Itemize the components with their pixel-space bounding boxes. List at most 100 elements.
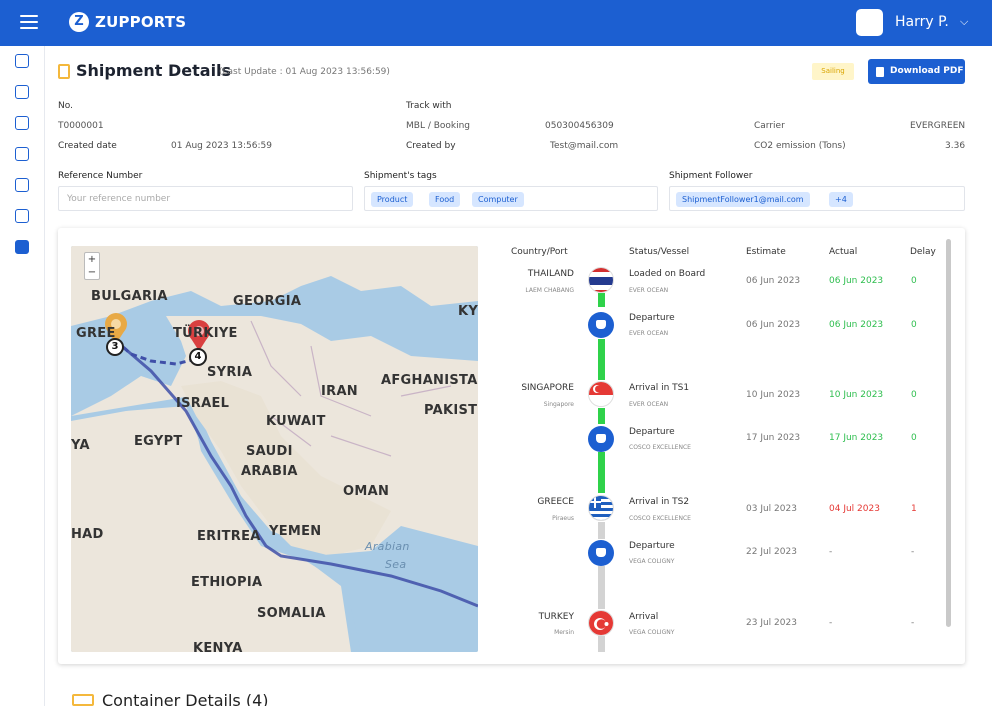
timeline-segment bbox=[598, 452, 605, 493]
map-label: ARABIA bbox=[241, 464, 298, 479]
map-label: YA bbox=[71, 438, 90, 453]
box-icon[interactable] bbox=[15, 147, 29, 161]
document-icon[interactable] bbox=[15, 54, 29, 68]
col-country: Country/Port bbox=[511, 247, 568, 257]
user-name[interactable]: Harry P. bbox=[895, 14, 949, 30]
row-vessel: EVER OCEAN bbox=[629, 287, 669, 294]
pdf-icon bbox=[876, 67, 884, 77]
map-label: ERITREA bbox=[197, 529, 261, 544]
tags-label: Shipment's tags bbox=[364, 171, 437, 181]
page-title: Shipment Details bbox=[76, 61, 232, 80]
row-vessel: VEGA COLIGNY bbox=[629, 629, 675, 636]
map-label: AFGHANISTAN bbox=[381, 373, 478, 388]
timeline-segment bbox=[598, 408, 605, 424]
row-actual: 06 Jun 2023 bbox=[829, 276, 884, 286]
map-label: YEMEN bbox=[269, 524, 322, 539]
created-by-label: Created by bbox=[406, 141, 456, 151]
co2-value: 3.36 bbox=[945, 141, 966, 151]
hamburger-menu-icon[interactable] bbox=[20, 15, 38, 29]
row-vessel: COSCO EXCELLENCE bbox=[629, 444, 691, 451]
map-zoom-control: + − bbox=[84, 252, 100, 280]
map-marker-4[interactable]: 4 bbox=[189, 348, 207, 366]
row-actual: 06 Jun 2023 bbox=[829, 320, 884, 330]
container-icon bbox=[72, 694, 94, 706]
row-port: Singapore bbox=[543, 401, 574, 408]
map-label: GEORGIA bbox=[233, 294, 302, 309]
follower-chip[interactable]: ShipmentFollower1@mail.com bbox=[676, 192, 810, 207]
row-delay: 1 bbox=[911, 504, 917, 514]
tag-chip[interactable]: Computer bbox=[472, 192, 524, 207]
map-label: ETHIOPIA bbox=[191, 575, 263, 590]
download-pdf-button[interactable]: Download PDF bbox=[868, 59, 965, 84]
last-update: (Last Update : 01 Aug 2023 13:56:59) bbox=[219, 67, 390, 77]
follower-input[interactable]: ShipmentFollower1@mail.com +4 bbox=[669, 186, 965, 211]
track-with-label: Track with bbox=[406, 101, 452, 111]
timeline-segment bbox=[598, 522, 605, 539]
row-actual: - bbox=[829, 547, 833, 557]
thailand-flag-icon bbox=[588, 267, 614, 293]
row-estimate: 23 Jul 2023 bbox=[746, 618, 797, 628]
map-label: ISRAEL bbox=[176, 396, 230, 411]
map-label: BULGARIA bbox=[91, 289, 168, 304]
file-icon[interactable] bbox=[15, 209, 29, 223]
map-label: SYRIA bbox=[207, 365, 253, 380]
row-actual: 10 Jun 2023 bbox=[829, 390, 884, 400]
timeline-scrollbar[interactable] bbox=[946, 239, 951, 627]
ship-icon bbox=[588, 312, 614, 338]
brand-logo-icon: Z bbox=[69, 12, 89, 32]
row-status: Departure bbox=[629, 427, 675, 437]
tag-chip[interactable]: Food bbox=[429, 192, 461, 207]
user-avatar[interactable] bbox=[856, 9, 883, 36]
map-label: HAD bbox=[71, 527, 104, 542]
tag-icon[interactable] bbox=[15, 85, 29, 99]
timeline-segment bbox=[598, 566, 605, 609]
reference-input[interactable]: Your reference number bbox=[58, 186, 353, 211]
tags-input[interactable]: Product Food Computer bbox=[364, 186, 658, 211]
map-label: Arabian bbox=[365, 540, 410, 553]
tag-chip[interactable]: Product bbox=[371, 192, 414, 207]
map-label: KY bbox=[458, 304, 478, 319]
status-badge: Sailing bbox=[812, 63, 854, 80]
row-status: Arrival in TS2 bbox=[629, 497, 690, 507]
mbl-value: 050300456309 bbox=[545, 121, 614, 131]
carrier-value: EVERGREEN bbox=[910, 121, 966, 131]
row-delay: 0 bbox=[911, 433, 917, 443]
shipment-icon[interactable] bbox=[15, 240, 29, 254]
no-label: No. bbox=[58, 101, 73, 111]
col-actual: Actual bbox=[829, 247, 858, 257]
row-country: GREECE bbox=[537, 497, 574, 507]
container-details-title[interactable]: Container Details (4) bbox=[102, 691, 269, 706]
row-delay: - bbox=[911, 547, 915, 557]
zoom-in-button[interactable]: + bbox=[85, 253, 99, 266]
ship-icon bbox=[588, 426, 614, 452]
reference-placeholder: Your reference number bbox=[67, 194, 171, 204]
users-icon[interactable] bbox=[15, 178, 29, 192]
map-label: SAUDI bbox=[246, 444, 293, 459]
building-icon[interactable] bbox=[15, 116, 29, 130]
map-label: PAKIST bbox=[424, 403, 478, 418]
row-port: LAEM CHABANG bbox=[525, 287, 574, 294]
row-status: Loaded on Board bbox=[629, 269, 706, 279]
col-delay: Delay bbox=[910, 247, 936, 257]
row-estimate: 03 Jul 2023 bbox=[746, 504, 797, 514]
map-label: EGYPT bbox=[134, 434, 183, 449]
row-country: THAILAND bbox=[527, 269, 574, 279]
ship-icon bbox=[588, 540, 614, 566]
chevron-down-icon[interactable]: ⌵ bbox=[960, 15, 968, 29]
row-estimate: 10 Jun 2023 bbox=[746, 390, 801, 400]
map-label: KUWAIT bbox=[266, 414, 326, 429]
map-marker-3[interactable]: 3 bbox=[106, 338, 124, 356]
turkey-flag-icon bbox=[588, 610, 614, 636]
zoom-out-button[interactable]: − bbox=[85, 266, 99, 279]
side-rail bbox=[0, 46, 45, 706]
row-actual: - bbox=[829, 618, 833, 628]
row-port: Mersin bbox=[554, 629, 574, 636]
download-pdf-label: Download PDF bbox=[890, 66, 964, 76]
row-actual: 04 Jul 2023 bbox=[829, 504, 880, 514]
row-estimate: 06 Jun 2023 bbox=[746, 320, 801, 330]
route-map[interactable]: BULGARIA GEORGIA GREE TÜRKIYE SYRIA IRAN… bbox=[71, 246, 478, 652]
map-label: KENYA bbox=[193, 641, 243, 652]
row-delay: 0 bbox=[911, 320, 917, 330]
reference-label: Reference Number bbox=[58, 171, 143, 181]
follower-more-chip[interactable]: +4 bbox=[829, 192, 853, 207]
